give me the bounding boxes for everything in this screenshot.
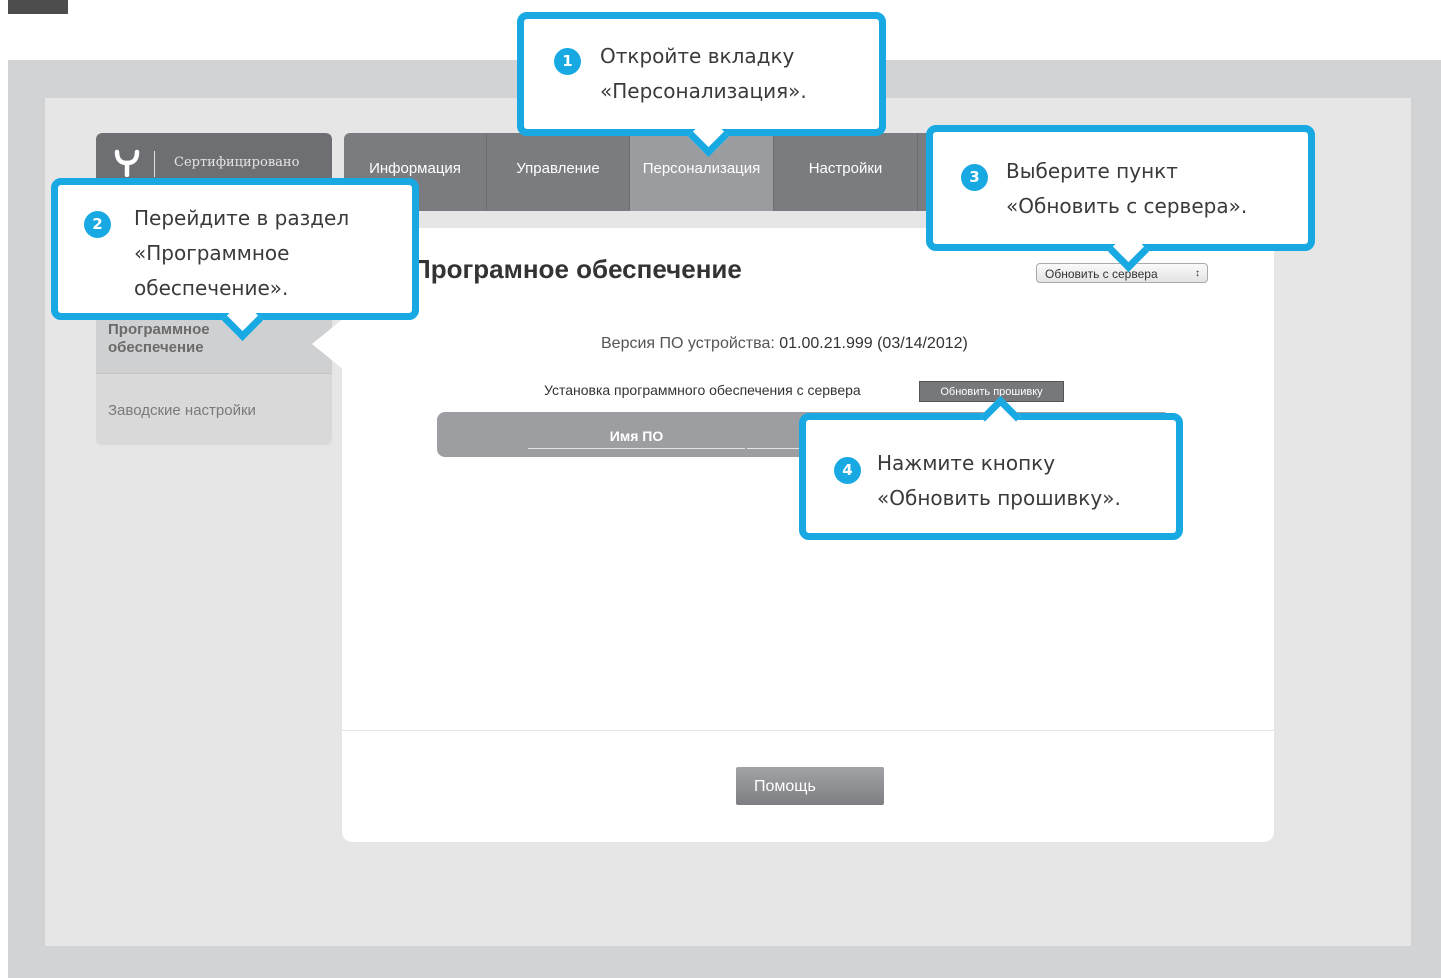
sidebar-active-pointer [312, 318, 344, 370]
brand-logo-icon [114, 149, 140, 177]
callout-text: Перейдите в раздел «Программное обеспече… [134, 206, 350, 300]
firmware-version: Версия ПО устройства: 01.00.21.999 (03/1… [601, 335, 968, 353]
tab-management[interactable]: Управление [487, 133, 630, 211]
footer-divider [342, 730, 1274, 731]
callout-text: Нажмите кнопку «Обновить прошивку». [877, 451, 1121, 510]
callout-step-1: 1 Откройте вкладку «Персонализация». [517, 12, 886, 158]
step-number-badge: 2 [84, 211, 111, 238]
header-underline [528, 448, 745, 449]
sidebar-item-label: Заводские настройки [108, 402, 256, 419]
step-number-badge: 4 [834, 457, 861, 484]
logo-divider [154, 151, 155, 177]
tab-label: Управление [516, 160, 600, 177]
sidebar-item-factory-settings[interactable]: Заводские настройки [96, 374, 332, 444]
firmware-version-value: 01.00.21.999 (03/14/2012) [779, 335, 968, 352]
page-title: Програмное обеспечение [412, 254, 742, 284]
step-number-badge: 3 [961, 164, 988, 191]
chevron-updown-icon: ↕ [1195, 268, 1200, 279]
update-firmware-button[interactable]: Обновить прошивку [919, 381, 1064, 402]
logo-text: Сертифицировано [174, 155, 300, 170]
callout-step-3: 3 Выберите пункт «Обновить с сервера». [926, 125, 1315, 273]
firmware-version-label: Версия ПО устройства: [601, 335, 775, 352]
callout-text: Выберите пункт «Обновить с сервера». [1006, 159, 1248, 218]
tab-label: Настройки [808, 160, 883, 177]
tab-settings[interactable]: Настройки [774, 133, 918, 211]
callout-text: Откройте вкладку «Персонализация». [600, 44, 807, 103]
tab-label: Персонализация [642, 160, 761, 177]
callout-step-2: 2 Перейдите в раздел «Программное обеспе… [51, 178, 419, 342]
column-header-name: Имя ПО [609, 428, 664, 444]
select-value: Обновить с сервера [1045, 267, 1158, 281]
corner-mark [8, 0, 68, 14]
callout-step-4: 4 Нажмите кнопку «Обновить прошивку». [799, 395, 1183, 540]
help-button[interactable]: Помощь [736, 767, 884, 805]
step-number-badge: 1 [554, 48, 581, 75]
sidebar-item-software[interactable]: Программное обеспечение [96, 313, 332, 373]
tab-label: Информация [369, 160, 461, 177]
install-from-server-label: Установка программного обеспечения с сер… [544, 382, 861, 398]
